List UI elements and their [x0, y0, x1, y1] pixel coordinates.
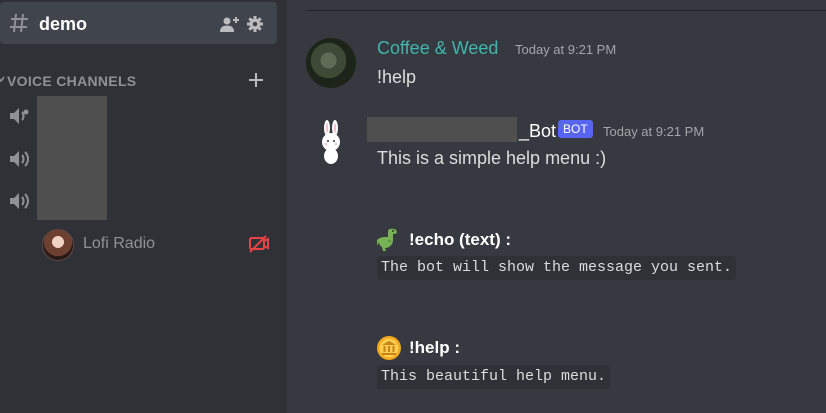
command-description: The bot will show the message you sent. [377, 256, 737, 280]
bank-coin-icon [377, 336, 401, 360]
voice-channels-header[interactable]: VOICE CHANNELS [0, 72, 277, 90]
message-timestamp: Today at 9:21 PM [515, 42, 617, 57]
command-description: This beautiful help menu. [377, 365, 611, 389]
hash-icon [10, 13, 28, 33]
channel-sidebar: demo VOICE CHANNELS Lofi Radio [0, 0, 287, 413]
voice-channels-title: VOICE CHANNELS [7, 73, 137, 89]
redacted-username [367, 117, 517, 142]
redacted-channel-names [37, 96, 107, 220]
message-content: This is a simple help menu :) [377, 148, 607, 168]
dinosaur-icon [377, 228, 397, 251]
avatar[interactable] [306, 118, 356, 168]
avatar [42, 229, 74, 261]
channel-name: demo [39, 14, 88, 34]
chevron-down-icon [0, 76, 5, 83]
command-title: !help : [409, 338, 460, 357]
add-channel-icon[interactable] [248, 72, 264, 88]
speaker-icon[interactable] [8, 149, 30, 169]
channel-item-demo[interactable]: demo [0, 2, 277, 44]
avatar[interactable] [306, 38, 356, 88]
voice-member-name: Lofi Radio [83, 235, 156, 252]
speaker-icon[interactable] [8, 191, 30, 211]
add-member-icon[interactable] [220, 16, 240, 32]
message-author[interactable]: _Bot [519, 121, 556, 141]
command-title: !echo (text) : [409, 230, 511, 249]
voice-member-lofi-radio[interactable]: Lofi Radio [40, 228, 277, 261]
message-timestamp: Today at 9:21 PM [603, 124, 705, 139]
bot-badge: BOT [558, 120, 593, 138]
header-divider [307, 10, 826, 11]
message-author[interactable]: Coffee & Weed [377, 38, 498, 58]
speaker-icon[interactable] [8, 106, 30, 126]
gear-icon[interactable] [247, 16, 263, 32]
stream-off-icon [249, 235, 269, 253]
message-content: !help [377, 67, 417, 87]
